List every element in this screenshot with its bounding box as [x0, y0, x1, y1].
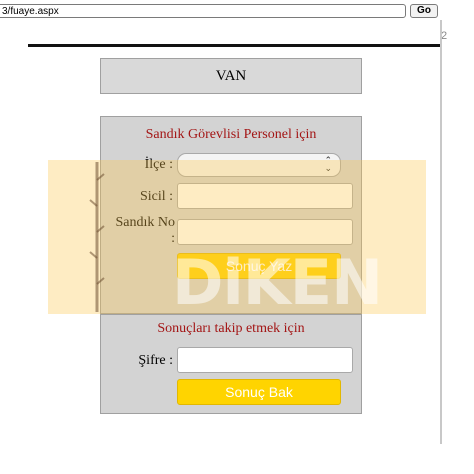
- city-header: VAN: [100, 58, 362, 94]
- ballot-label: Sandık No:: [115, 215, 176, 246]
- ballot-number-input[interactable]: [177, 219, 353, 245]
- view-result-button[interactable]: Sonuç Bak: [177, 379, 341, 405]
- select-chevron-icon: ⌃ ⌄: [324, 156, 332, 174]
- officer-panel-title: Sandık Görevlisi Personel için: [145, 127, 317, 142]
- sicil-label: Sicil :: [139, 189, 173, 204]
- district-select[interactable]: ⌃ ⌄: [177, 153, 341, 177]
- url-input[interactable]: 3/fuaye.aspx: [0, 4, 406, 18]
- header-divider: [28, 44, 440, 47]
- password-input[interactable]: [177, 347, 353, 373]
- window-edge-line: [440, 20, 442, 444]
- password-label: Şifre :: [138, 353, 173, 368]
- officer-panel: Sandık Görevlisi Personel için İlçe : ⌃ ⌄…: [100, 116, 362, 314]
- follow-panel: Sonuçları takip etmek için Şifre : Sonuç…: [100, 314, 362, 414]
- sicil-input[interactable]: [177, 183, 353, 209]
- district-label: İlçe :: [144, 157, 173, 172]
- follow-panel-title: Sonuçları takip etmek için: [157, 321, 305, 336]
- write-result-button[interactable]: Sonuç Yaz: [177, 253, 341, 279]
- go-button[interactable]: Go: [410, 4, 438, 18]
